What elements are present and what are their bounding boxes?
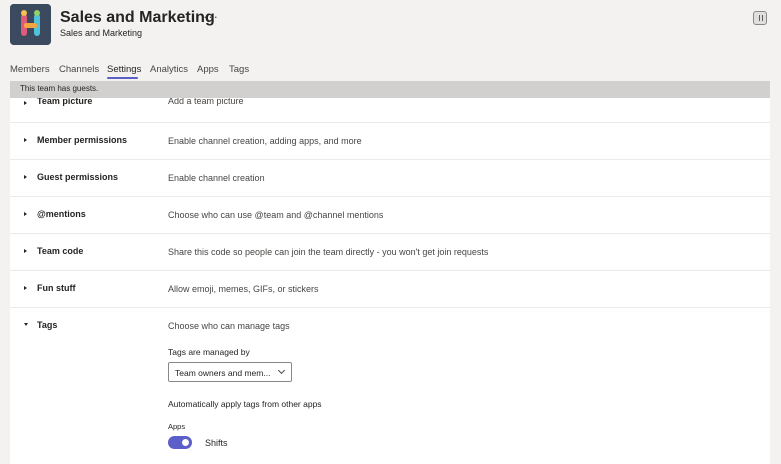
row-title[interactable]: Team picture (37, 98, 92, 106)
shifts-toggle[interactable] (168, 436, 192, 449)
team-subtitle: Sales and Marketing (60, 28, 143, 38)
row-description: Choose who can manage tags (168, 321, 290, 331)
caret-down-icon[interactable] (24, 323, 28, 326)
caret-right-icon (24, 212, 27, 216)
settings-panel: Team picture Add a team picture Member p… (10, 98, 770, 464)
team-title: Sales and Marketing (60, 9, 215, 26)
tab-tags[interactable]: Tags (229, 64, 249, 75)
settings-row-tags: Tags Choose who can manage tags (10, 308, 770, 464)
apps-label: Apps (168, 422, 186, 431)
row-title[interactable]: Team code (37, 246, 83, 256)
row-title[interactable]: @mentions (37, 209, 86, 219)
tab-analytics[interactable]: Analytics (150, 64, 188, 75)
more-options-icon[interactable]: ··· (203, 9, 219, 24)
settings-row-fun-stuff[interactable]: Fun stuff Allow emoji, memes, GIFs, or s… (10, 271, 770, 308)
row-title[interactable]: Tags (37, 320, 57, 330)
settings-row-guest-permissions[interactable]: Guest permissions Enable channel creatio… (10, 160, 770, 197)
shifts-label: Shifts (205, 438, 228, 448)
row-description: Allow emoji, memes, GIFs, or stickers (168, 284, 319, 294)
tags-managed-label: Tags are managed by (168, 347, 250, 357)
row-description: Enable channel creation, adding apps, an… (168, 136, 362, 146)
row-description: Choose who can use @team and @channel me… (168, 210, 384, 220)
tab-apps[interactable]: Apps (197, 64, 219, 75)
team-avatar-icon[interactable] (10, 4, 51, 45)
caret-right-icon (24, 286, 27, 290)
tags-managed-dropdown[interactable]: Team owners and mem... (168, 362, 292, 382)
guest-banner: This team has guests. (10, 81, 770, 98)
settings-row-team-picture[interactable]: Team picture Add a team picture (10, 98, 770, 123)
row-description: Add a team picture (168, 98, 244, 106)
row-description: Enable channel creation (168, 173, 265, 183)
settings-row-member-permissions[interactable]: Member permissions Enable channel creati… (10, 123, 770, 160)
tab-members[interactable]: Members (10, 64, 50, 75)
tab-settings[interactable]: Settings (107, 64, 141, 75)
info-pane-icon[interactable] (753, 11, 767, 25)
caret-right-icon (24, 249, 27, 253)
row-title[interactable]: Member permissions (37, 135, 127, 145)
row-description: Share this code so people can join the t… (168, 247, 489, 257)
row-title[interactable]: Guest permissions (37, 172, 118, 182)
dropdown-value: Team owners and mem... (175, 368, 271, 378)
row-title[interactable]: Fun stuff (37, 283, 76, 293)
caret-right-icon (24, 138, 27, 142)
caret-right-icon (24, 101, 27, 105)
settings-row-team-code[interactable]: Team code Share this code so people can … (10, 234, 770, 271)
chevron-down-icon (277, 366, 286, 375)
tab-channels[interactable]: Channels (59, 64, 99, 75)
auto-apply-label: Automatically apply tags from other apps (168, 399, 322, 409)
settings-row-mentions[interactable]: @mentions Choose who can use @team and @… (10, 197, 770, 234)
active-tab-indicator (107, 77, 138, 79)
caret-right-icon (24, 175, 27, 179)
guest-banner-text: This team has guests. (20, 84, 99, 93)
